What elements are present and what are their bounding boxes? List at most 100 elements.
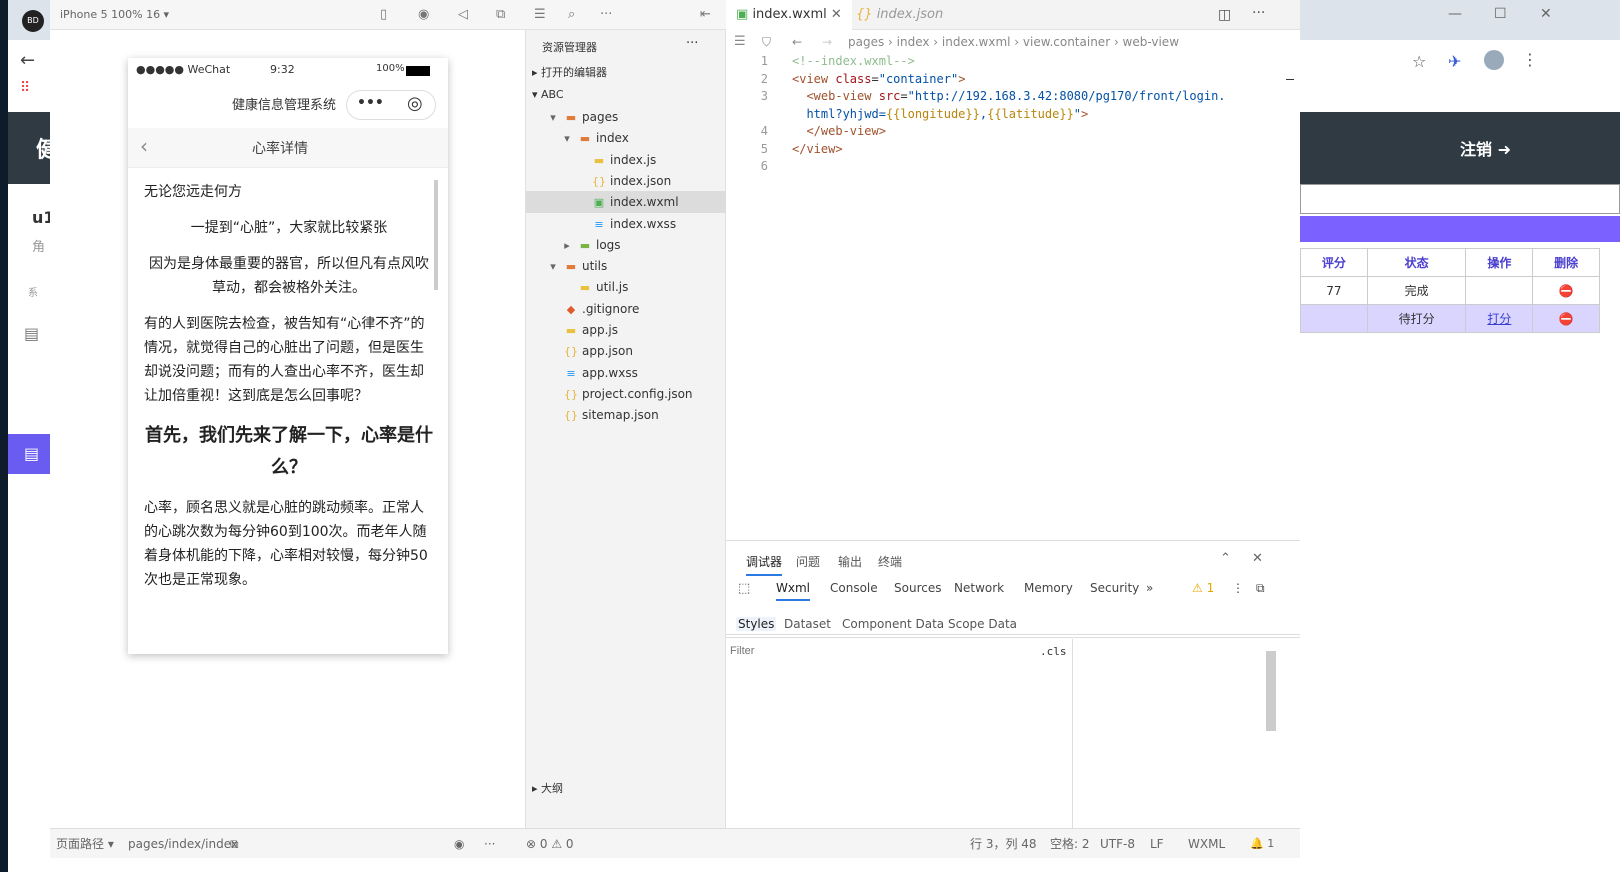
- tab-console[interactable]: Console: [830, 581, 878, 595]
- problems-indicator[interactable]: ⊗ 0 ⚠ 0: [526, 829, 574, 859]
- extension-icon[interactable]: ✈: [1448, 52, 1461, 71]
- sidebar-menu-icon[interactable]: ▤: [24, 324, 39, 343]
- dots-icon[interactable]: •••: [357, 95, 384, 111]
- line-ending[interactable]: LF: [1150, 829, 1164, 859]
- tree-item[interactable]: ▬ index.js: [526, 149, 726, 171]
- tree-item[interactable]: ▸ ▬ logs: [526, 234, 726, 256]
- chevron-icon[interactable]: ▾: [546, 107, 560, 129]
- search-icon[interactable]: ⌕: [568, 7, 575, 22]
- more-icon[interactable]: ···: [686, 36, 698, 51]
- tab-network[interactable]: Network: [954, 581, 1004, 595]
- tab-sources[interactable]: Sources: [894, 581, 941, 595]
- cls-button[interactable]: .cls: [1040, 645, 1067, 658]
- tab-wxml[interactable]: Wxml: [776, 581, 810, 601]
- browser-logo[interactable]: BD: [22, 10, 44, 32]
- language-mode[interactable]: WXML: [1188, 829, 1225, 859]
- code-line[interactable]: 6: [726, 157, 1300, 175]
- tab-输出[interactable]: 输出: [838, 553, 862, 570]
- minimize-icon[interactable]: —: [1448, 6, 1462, 22]
- phone-icon[interactable]: ▯: [380, 7, 387, 22]
- tree-item[interactable]: ◆ .gitignore: [526, 298, 726, 320]
- list-icon[interactable]: ☰: [734, 30, 746, 54]
- cursor-position[interactable]: 行 3，列 48: [970, 829, 1037, 859]
- tree-item[interactable]: {} app.json: [526, 340, 726, 362]
- tab-调试器[interactable]: 调试器: [746, 553, 783, 576]
- tab-终端[interactable]: 终端: [878, 553, 902, 570]
- star-icon[interactable]: ☆: [1412, 52, 1426, 71]
- bookmark-icon[interactable]: ⛉: [762, 30, 771, 54]
- back-icon[interactable]: ‹: [140, 134, 148, 158]
- list-icon[interactable]: ☰: [534, 7, 546, 22]
- tree-item[interactable]: ▬ app.js: [526, 319, 726, 341]
- collapse-icon[interactable]: ⇤: [700, 7, 711, 22]
- outline-section[interactable]: ▸ 大纲: [526, 778, 726, 800]
- delete-icon[interactable]: ⛔: [1532, 304, 1600, 333]
- scrollbar[interactable]: [434, 180, 438, 290]
- filter-input[interactable]: [730, 641, 1030, 661]
- target-icon[interactable]: ◎: [407, 93, 423, 114]
- encoding[interactable]: UTF-8: [1100, 829, 1135, 859]
- indent-setting[interactable]: 空格: 2: [1050, 829, 1090, 859]
- kebab-icon[interactable]: ⋮: [1232, 581, 1244, 595]
- tab-memory[interactable]: Memory: [1024, 581, 1073, 595]
- open-editors-section[interactable]: ▸ 打开的编辑器: [526, 62, 726, 84]
- project-section[interactable]: ▾ ABC: [526, 84, 726, 106]
- tree-item[interactable]: {} index.json: [526, 170, 726, 192]
- tab-scope-data[interactable]: Scope Data: [948, 617, 1017, 631]
- dock-icon[interactable]: ⧉: [1256, 581, 1265, 596]
- tree-item[interactable]: {} project.config.json: [526, 383, 726, 405]
- score-link[interactable]: 打分: [1465, 304, 1534, 333]
- menu-icon[interactable]: ⋮: [1522, 50, 1538, 69]
- close-icon[interactable]: ✕: [1252, 551, 1263, 566]
- code-line[interactable]: 3 <web-view src="http://192.168.3.42:808…: [726, 87, 1300, 105]
- code-line[interactable]: html?yhjwd={{longitude}},{{latitude}}">: [726, 105, 1300, 123]
- code-line[interactable]: 1 <!--index.wxml-->: [726, 52, 1300, 70]
- tab-dataset[interactable]: Dataset: [784, 617, 831, 631]
- chevron-icon[interactable]: ▾: [560, 128, 574, 150]
- delete-icon[interactable]: ⛔: [1532, 276, 1600, 305]
- tree-item[interactable]: ≡ app.wxss: [526, 362, 726, 384]
- page-path-label[interactable]: 页面路径 ▾: [56, 829, 114, 859]
- eye-icon[interactable]: ◉: [454, 829, 464, 859]
- apps-icon[interactable]: ⠿: [20, 80, 30, 96]
- sidebar-item-active[interactable]: ▤: [8, 434, 50, 474]
- tree-item[interactable]: ≡ index.wxss: [526, 213, 726, 235]
- warning-badge[interactable]: ⚠ 1: [1192, 581, 1214, 595]
- chevron-icon[interactable]: ▾: [546, 256, 560, 278]
- scrollbar[interactable]: [1266, 651, 1276, 731]
- tab-index-wxml[interactable]: ▣ index.wxml ✕: [726, 0, 852, 30]
- chevron-icon[interactable]: ▸: [560, 235, 574, 257]
- arrow-right-icon[interactable]: →: [822, 30, 832, 54]
- tab-security[interactable]: Security: [1090, 581, 1139, 595]
- volume-icon[interactable]: ◁: [458, 7, 468, 22]
- avatar[interactable]: [1484, 50, 1504, 70]
- maximize-icon[interactable]: ☐: [1494, 6, 1507, 22]
- more-icon[interactable]: ···: [1252, 5, 1265, 21]
- tree-item[interactable]: ▾ ▬ utils: [526, 255, 726, 277]
- chevron-up-icon[interactable]: ⌃: [1220, 551, 1231, 566]
- copy-icon[interactable]: ⧉: [230, 829, 239, 859]
- code-area[interactable]: 1 <!--index.wxml--> 2 <view class="containe…: [726, 52, 1300, 252]
- code-line[interactable]: 5 </view>: [726, 140, 1300, 158]
- close-icon[interactable]: ✕: [1540, 6, 1552, 22]
- capsule-menu[interactable]: ••• ◎: [346, 90, 436, 120]
- device-select[interactable]: iPhone 5 100% 16 ▾: [60, 8, 169, 21]
- more-icon[interactable]: ···: [484, 829, 495, 859]
- record-icon[interactable]: ◉: [418, 7, 429, 22]
- tree-item[interactable]: {} sitemap.json: [526, 404, 726, 426]
- more-icon[interactable]: ···: [600, 7, 612, 22]
- arrow-left-icon[interactable]: ←: [20, 50, 35, 71]
- split-icon[interactable]: ◫: [1218, 7, 1231, 23]
- arrow-left-icon[interactable]: ←: [792, 30, 802, 54]
- tab-index-json[interactable]: {} index.json: [846, 0, 953, 30]
- window-icon[interactable]: ⧉: [496, 7, 505, 22]
- tree-item[interactable]: ▾ ▬ pages: [526, 106, 726, 128]
- logout-button[interactable]: 注销 ➜: [1460, 136, 1511, 160]
- tree-item[interactable]: ▬ util.js: [526, 276, 726, 298]
- inspect-icon[interactable]: ⬚: [738, 581, 750, 596]
- code-line[interactable]: 4 </web-view>: [726, 122, 1300, 140]
- tree-item[interactable]: ▣ index.wxml: [526, 191, 726, 214]
- tab-styles[interactable]: Styles: [736, 617, 777, 631]
- tab-component-data[interactable]: Component Data: [842, 617, 944, 631]
- code-line[interactable]: 2 <view class="container">: [726, 70, 1300, 88]
